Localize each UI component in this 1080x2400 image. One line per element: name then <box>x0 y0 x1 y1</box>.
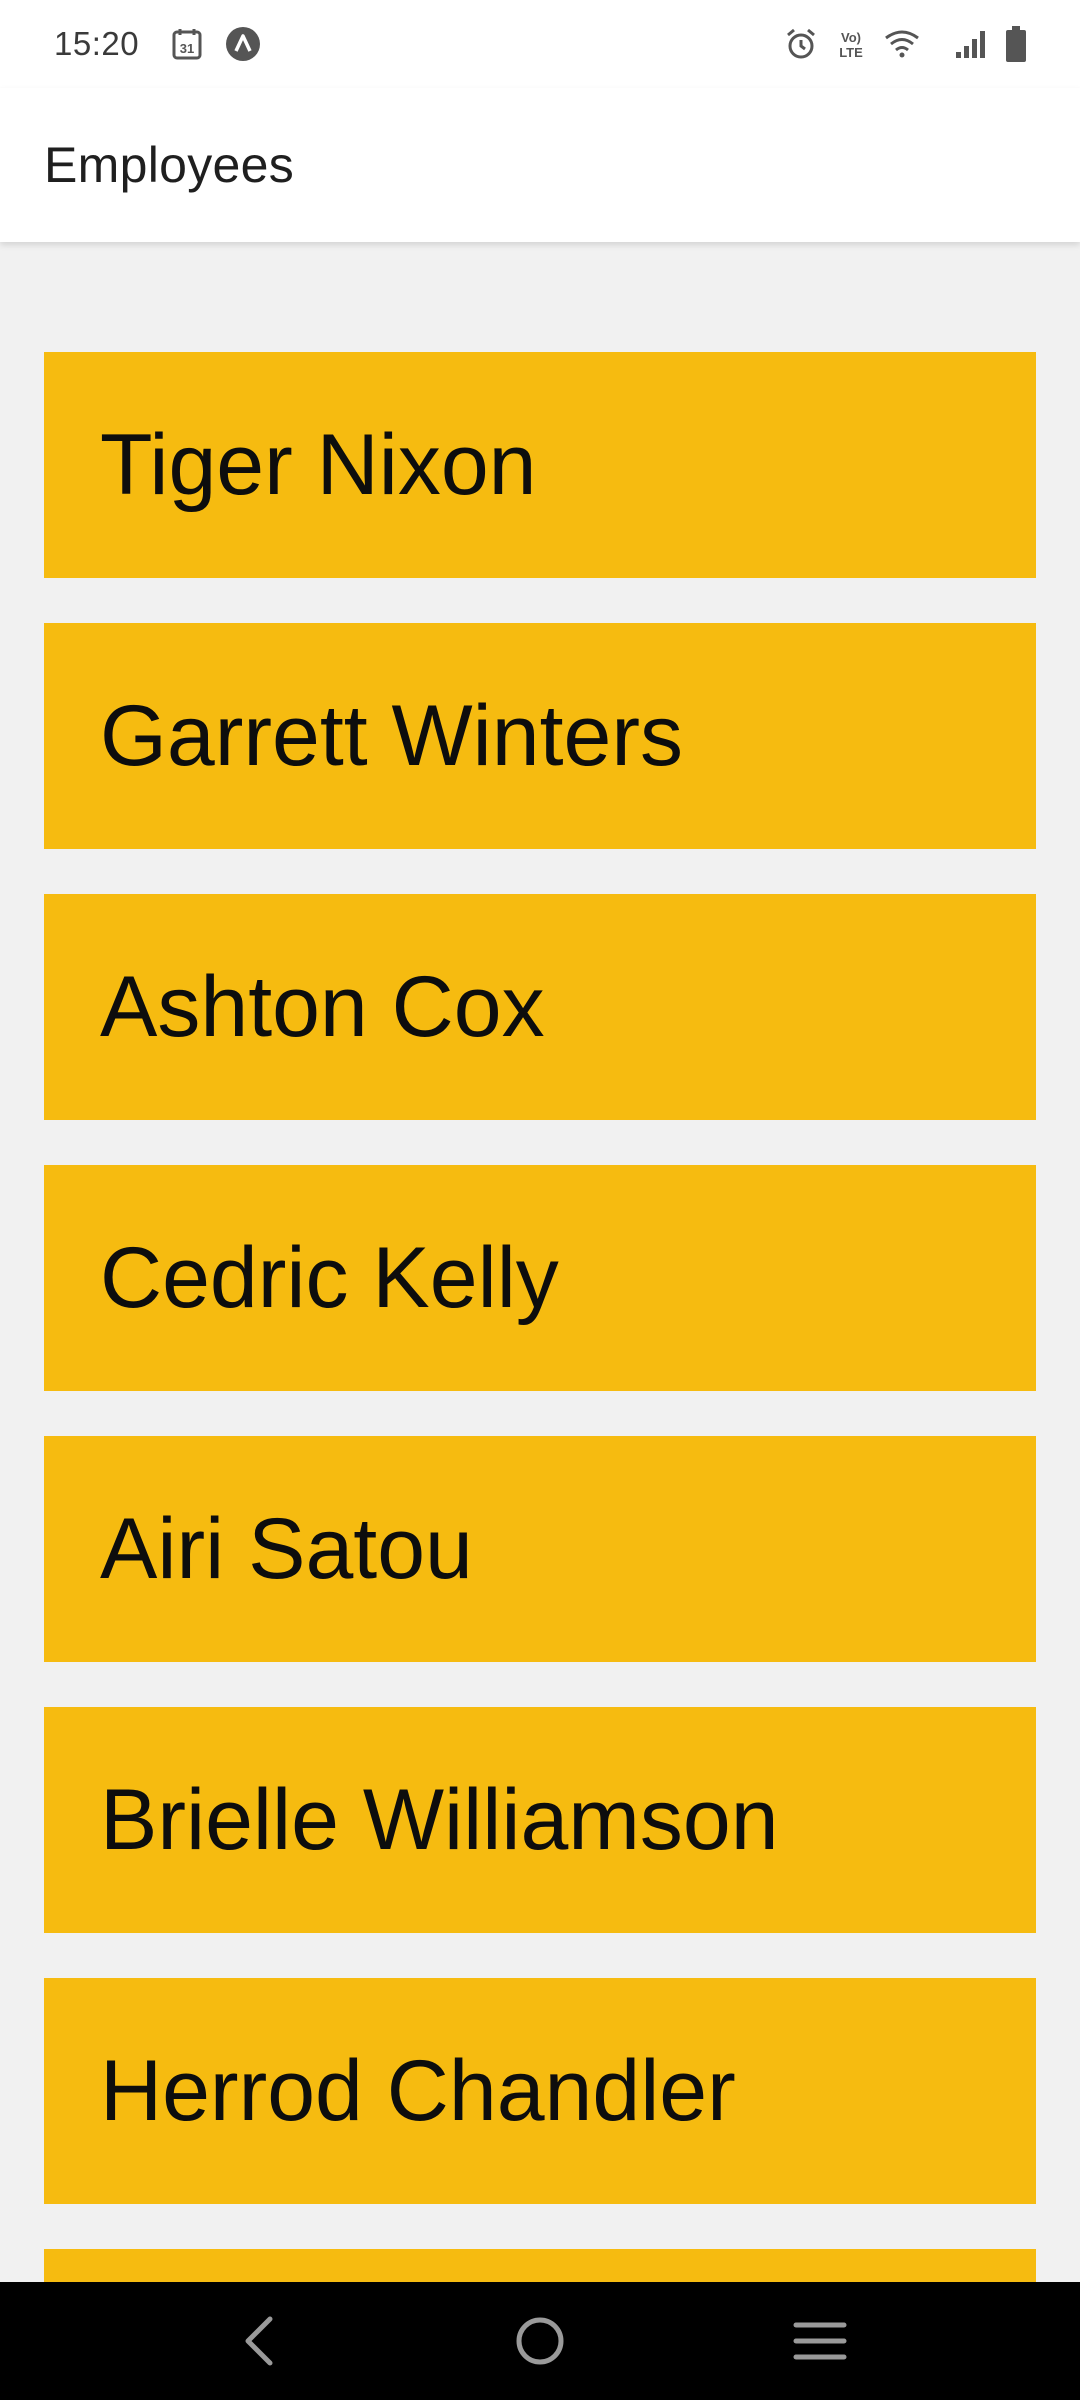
status-bar: 15:20 31 Vo) LTE <box>0 0 1080 88</box>
employee-card[interactable]: Tiger Nixon <box>44 352 1036 578</box>
employee-name: Brielle Williamson <box>100 1771 779 1868</box>
recents-button[interactable] <box>760 2291 880 2391</box>
alarm-icon <box>784 27 818 61</box>
employee-list[interactable]: Tiger Nixon Garrett Winters Ashton Cox C… <box>0 242 1080 2282</box>
employee-card[interactable] <box>44 2249 1036 2282</box>
employee-card[interactable]: Ashton Cox <box>44 894 1036 1120</box>
employee-name: Cedric Kelly <box>100 1229 559 1326</box>
employee-card[interactable]: Garrett Winters <box>44 623 1036 849</box>
employee-name: Ashton Cox <box>100 958 545 1055</box>
employee-name: Garrett Winters <box>100 687 683 784</box>
employee-card[interactable]: Herrod Chandler <box>44 1978 1036 2204</box>
status-right-icons: Vo) LTE <box>784 25 1028 63</box>
app-bar: Employees <box>0 88 1080 242</box>
recents-icon <box>793 2322 847 2360</box>
volte-icon: Vo) LTE <box>834 27 868 61</box>
battery-icon <box>1004 25 1028 63</box>
wifi-icon <box>884 28 920 60</box>
back-icon <box>245 2316 273 2366</box>
employee-name: Airi Satou <box>100 1500 473 1597</box>
signal-icon <box>954 28 988 60</box>
svg-text:31: 31 <box>180 41 194 56</box>
calendar-icon: 31 <box>171 27 203 61</box>
home-icon <box>516 2317 564 2365</box>
home-button[interactable] <box>480 2291 600 2391</box>
navigation-bar <box>0 2282 1080 2400</box>
employee-name: Tiger Nixon <box>100 416 537 513</box>
employee-card[interactable]: Brielle Williamson <box>44 1707 1036 1933</box>
svg-text:Vo): Vo) <box>841 30 861 45</box>
status-left-icons: 31 <box>171 26 261 62</box>
status-time: 15:20 <box>54 25 140 62</box>
employee-card[interactable]: Airi Satou <box>44 1436 1036 1662</box>
svg-text:LTE: LTE <box>839 45 863 60</box>
employee-name: Herrod Chandler <box>100 2042 736 2139</box>
app-notification-icon <box>225 26 261 62</box>
page-title: Employees <box>44 137 295 193</box>
employee-card[interactable]: Cedric Kelly <box>44 1165 1036 1391</box>
back-button[interactable] <box>200 2291 320 2391</box>
screen: 15:20 31 Vo) LTE Employees Tiger Nixon G… <box>0 0 1080 2400</box>
